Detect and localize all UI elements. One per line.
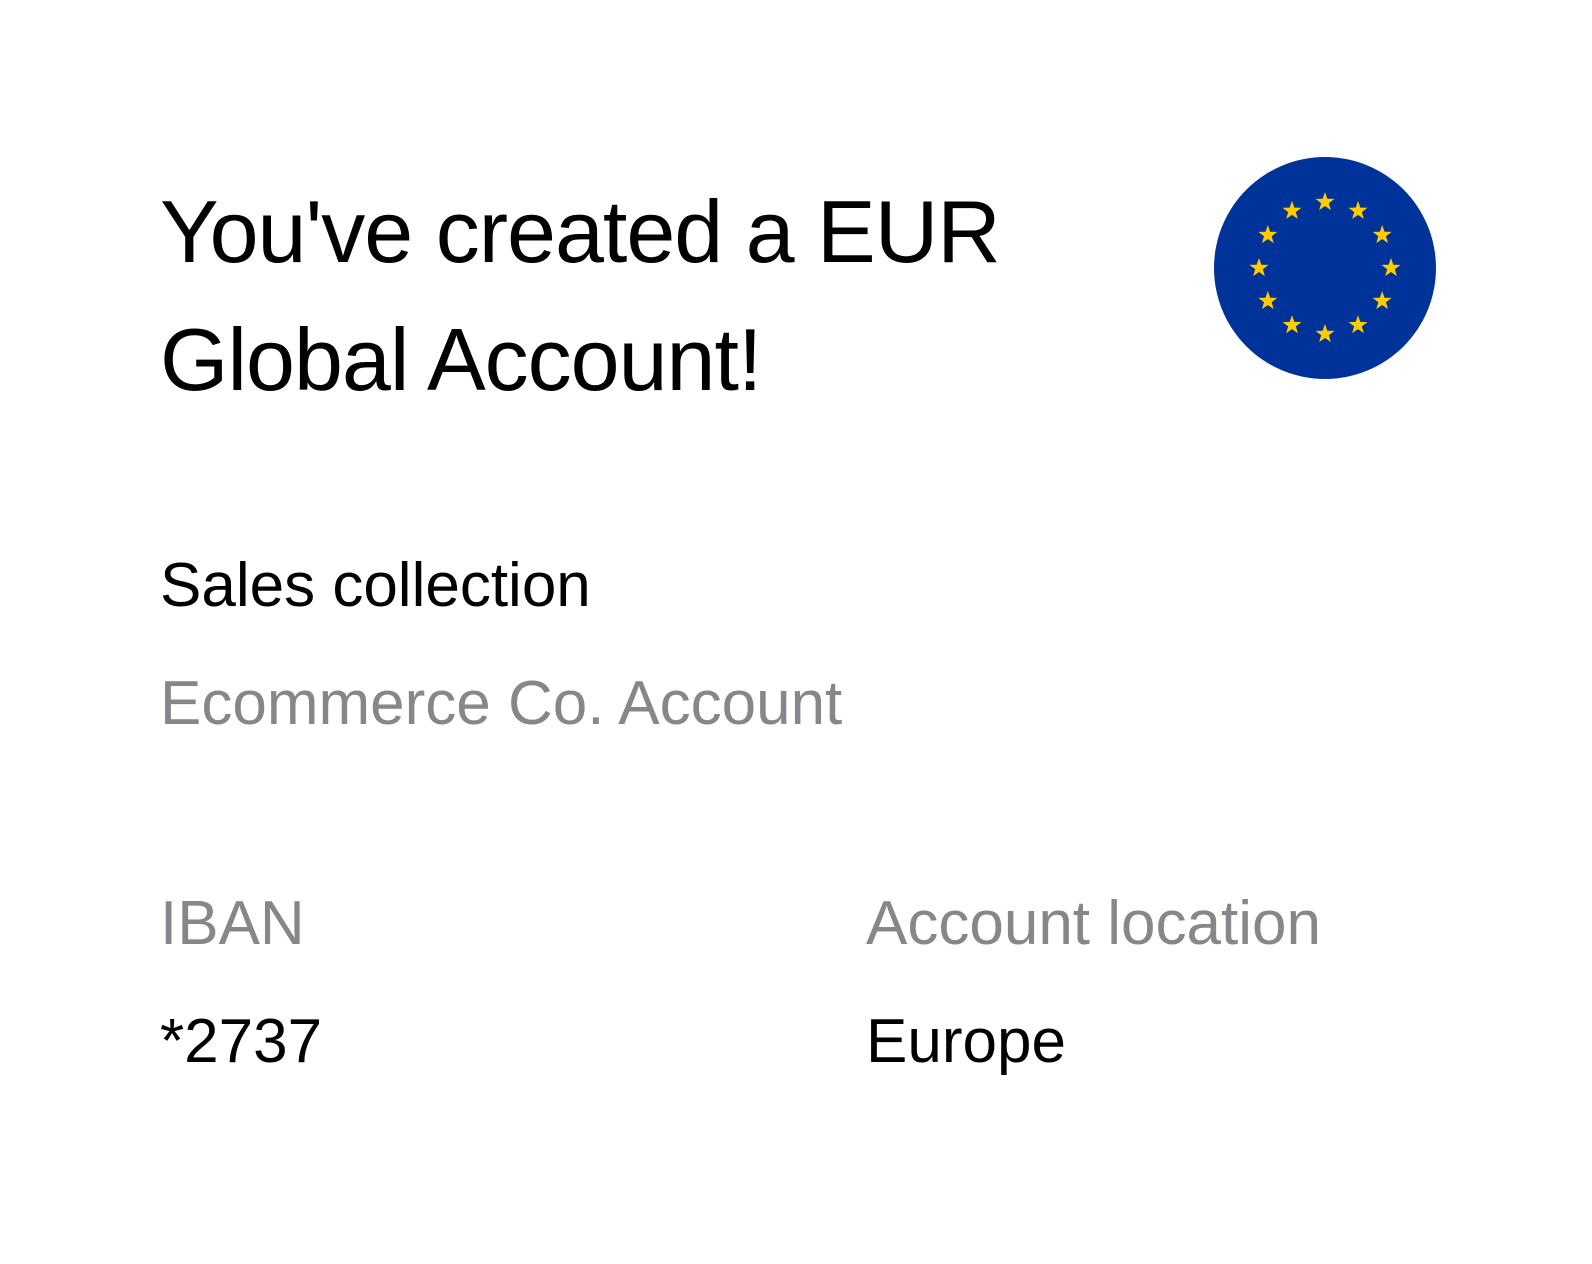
account-name: Sales collection: [160, 551, 591, 620]
iban-value: *2737: [160, 1007, 323, 1076]
iban-label: IBAN: [160, 889, 305, 958]
account-created-card: You've created a EUR Global Account! Sal…: [0, 0, 1592, 1264]
account-holder-name: Ecommerce Co. Account: [160, 669, 843, 738]
eu-flag-icon: [1214, 157, 1436, 379]
page-title: You've created a EUR Global Account!: [160, 182, 1001, 409]
account-location-value: Europe: [866, 1007, 1066, 1076]
account-location-label: Account location: [866, 889, 1321, 958]
